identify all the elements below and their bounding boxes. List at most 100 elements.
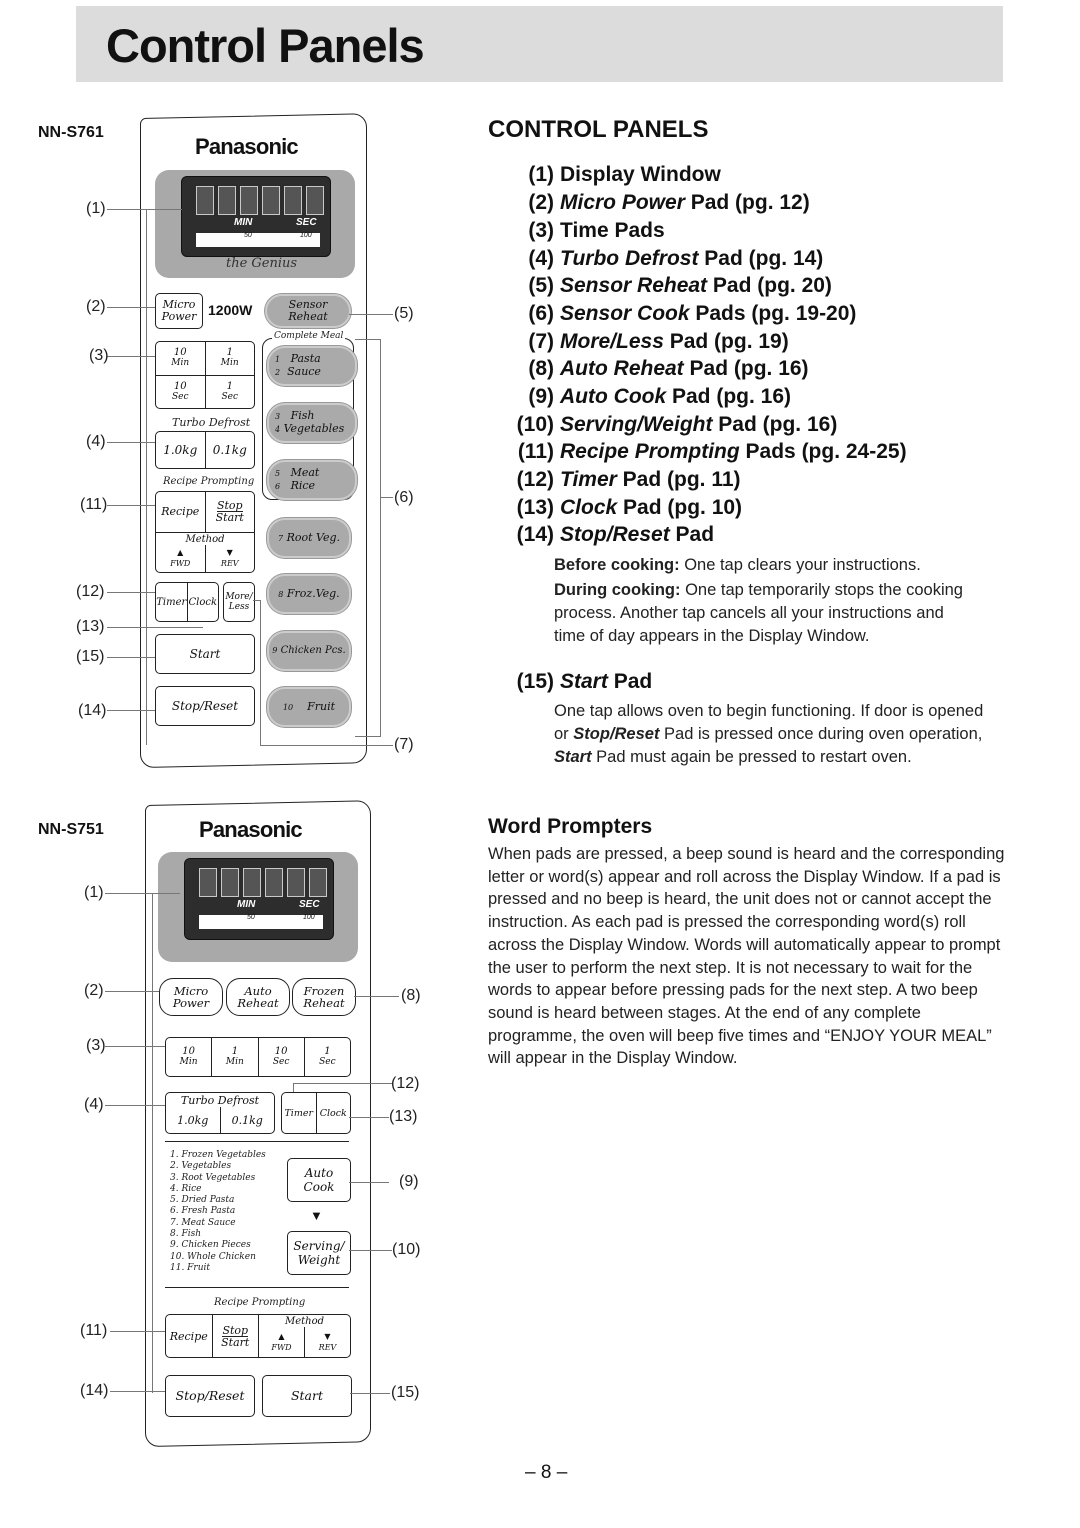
time-pad-1sec[interactable]: 1 Sec	[206, 376, 255, 409]
auto-cook-list-item: 7. Meat Sauce	[170, 1217, 236, 1228]
display-sec-label: SEC	[296, 217, 317, 228]
display-pct-50: 50	[244, 232, 252, 239]
recipe-prompting-pads-s761: Recipe Stop Start Method ▲ FWD ▼ REV	[155, 491, 255, 573]
turbo-defrost-pad-s751: Turbo Defrost 1.0kg 0.1kg	[165, 1092, 275, 1134]
auto-cook-pad[interactable]: Auto Cook	[287, 1158, 351, 1202]
time-pad-1sec[interactable]: 1 Sec	[305, 1038, 350, 1076]
sensor-cook-pad[interactable]: 7 Root Veg.	[267, 518, 351, 558]
sensor-cook-pad[interactable]: 3 Fish 4 Vegetables	[267, 403, 357, 443]
auto-cook-list-item: 2. Vegetables	[170, 1161, 232, 1172]
sensor-cook-pad[interactable]: 8 Froz.Veg.	[267, 574, 351, 614]
stop-reset-pad-s751[interactable]: Stop/Reset	[165, 1375, 255, 1417]
callout-label: (14)	[80, 1382, 109, 1399]
frozen-reheat-pad[interactable]: Frozen Reheat	[292, 978, 356, 1016]
control-panels-heading: CONTROL PANELS	[488, 116, 709, 143]
time-pad-1min[interactable]: 1 Min	[206, 342, 255, 375]
genius-logo: the Genius	[226, 256, 298, 271]
callout-line	[350, 1393, 390, 1394]
callout-label: (15)	[391, 1384, 420, 1401]
stop-reset-pad-s761[interactable]: Stop/Reset	[155, 686, 255, 726]
sensor-cook-pad[interactable]: 10 Fruit	[267, 687, 351, 727]
serving-weight-pad[interactable]: Serving/Weight	[287, 1231, 351, 1275]
sensor-reheat-pad[interactable]: Sensor Reheat	[265, 294, 351, 328]
method-rev-pad[interactable]: ▼ REV	[206, 545, 255, 573]
stop-start-pad[interactable]: Stop Start	[213, 1315, 259, 1357]
stop-start-pad[interactable]: Stop Start	[206, 492, 255, 532]
sensor-cook-bracket	[355, 339, 381, 737]
clock-pad[interactable]: Clock	[188, 583, 219, 621]
timer-clock-pads-s751: Timer Clock	[281, 1092, 351, 1134]
word-prompters-heading: Word Prompters	[488, 815, 653, 838]
clock-pad[interactable]: Clock	[317, 1093, 351, 1133]
callout-line	[107, 356, 155, 357]
control-item: (4) Turbo Defrost Pad (pg. 14)	[528, 247, 824, 270]
model-label-s751: NN-S751	[38, 821, 104, 838]
callout-label: (12)	[76, 583, 105, 600]
method-label: Method	[284, 1316, 325, 1327]
callout-label: (11)	[80, 496, 108, 513]
recipe-prompting-label: Recipe Prompting	[163, 476, 255, 487]
recipe-pad[interactable]: Recipe	[166, 1315, 213, 1357]
method-rev-pad[interactable]: ▼ REV	[305, 1327, 350, 1357]
callout-line	[107, 505, 155, 506]
display-digit	[240, 186, 258, 215]
callout-label: (6)	[394, 489, 414, 506]
defrost-1kg-pad[interactable]: 1.0kg	[166, 1107, 221, 1133]
recipe-prompting-pads-s751: Recipe Stop Start Method ▲ FWD ▼ REV	[165, 1314, 351, 1358]
control-item: (12) Timer Pad (pg. 11)	[516, 468, 741, 491]
defrost-01kg-pad[interactable]: 0.1kg	[206, 432, 255, 468]
turbo-defrost-label: Turbo Defrost	[180, 1094, 260, 1107]
callout-label: (8)	[401, 987, 421, 1004]
callout-label: (14)	[78, 702, 107, 719]
timer-pad[interactable]: Timer	[156, 583, 188, 621]
defrost-1kg-pad[interactable]: 1.0kg	[156, 432, 206, 468]
auto-cook-list-item: 11. Fruit	[170, 1262, 211, 1273]
method-fwd-pad[interactable]: ▲ FWD	[259, 1327, 305, 1357]
sensor-cook-pad[interactable]: 5 Meat 6 Rice	[267, 460, 357, 500]
recipe-pad[interactable]: Recipe	[156, 492, 206, 532]
turbo-defrost-pad-s761: 1.0kg 0.1kg	[155, 431, 255, 469]
callout-line	[107, 710, 155, 711]
time-pad-10sec[interactable]: 10 Sec	[156, 375, 206, 408]
callout-label: (12)	[391, 1075, 420, 1092]
method-fwd-pad[interactable]: ▲ FWD	[156, 544, 206, 572]
stop-reset-during-cooking: During cooking: One tap temporarily stop…	[554, 581, 963, 645]
control-item: (13) Clock Pad (pg. 10)	[516, 496, 743, 519]
callout-line	[260, 600, 261, 745]
time-pad-1min[interactable]: 1 Min	[212, 1038, 259, 1076]
timer-pad[interactable]: Timer	[282, 1093, 317, 1133]
divider	[165, 1287, 349, 1288]
callout-label: (1)	[84, 884, 104, 901]
divider	[165, 1141, 349, 1142]
display-digit	[218, 186, 236, 215]
callout-label: (4)	[84, 1096, 104, 1113]
callout-line	[293, 1083, 294, 1092]
more-less-pad[interactable]: More/Less	[223, 582, 255, 622]
defrost-01kg-pad[interactable]: 0.1kg	[221, 1107, 275, 1133]
display-digit	[262, 186, 280, 215]
sensor-cook-pad[interactable]: 9 Chicken Pcs.	[267, 631, 351, 671]
time-pads-s751: 10 Min 1 Min 10 Sec 1 Sec	[165, 1037, 351, 1077]
display-digit	[265, 868, 283, 897]
micro-power-pad-s761[interactable]: Micro Power	[155, 293, 203, 329]
control-item: (3) Time Pads	[528, 219, 665, 242]
sensor-cook-pad[interactable]: 1 Pasta 2 Sauce	[267, 346, 357, 386]
time-pad-10sec[interactable]: 10 Sec	[259, 1038, 305, 1076]
callout-line	[349, 1250, 392, 1251]
callout-line	[107, 592, 155, 593]
time-pad-10min[interactable]: 10 Min	[166, 1038, 213, 1076]
start-pad-s751[interactable]: Start	[262, 1375, 352, 1417]
time-pad-10min[interactable]: 10 Min	[156, 342, 206, 375]
callout-label: (1)	[86, 200, 106, 217]
display-digit	[243, 868, 261, 897]
complete-meal-label: Complete Meal	[272, 331, 346, 341]
time-pads-s761: 10 Min 1 Min 10 Sec 1 Sec	[155, 341, 255, 409]
callout-line	[349, 314, 393, 315]
micro-power-pad-s751[interactable]: Micro Power	[159, 978, 223, 1016]
auto-reheat-pad[interactable]: Auto Reheat	[226, 978, 290, 1016]
word-prompters-text: When pads are pressed, a beep sound is h…	[488, 845, 1005, 1068]
start-pad-s761[interactable]: Start	[155, 634, 255, 674]
control-item: (8) Auto Reheat Pad (pg. 16)	[528, 357, 809, 380]
control-item: (7) More/Less Pad (pg. 19)	[528, 330, 789, 353]
callout-label: (2)	[84, 982, 104, 999]
